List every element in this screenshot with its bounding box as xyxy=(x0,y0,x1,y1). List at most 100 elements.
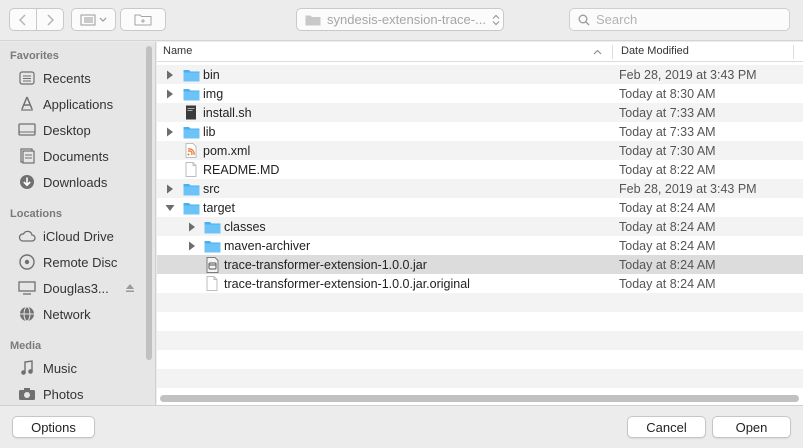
updown-arrows-icon xyxy=(489,14,503,26)
sidebar-item-label: iCloud Drive xyxy=(43,228,114,244)
disclosure-right-icon[interactable] xyxy=(164,69,176,81)
file-date: Today at 8:24 AM xyxy=(619,257,716,272)
file-row[interactable]: img Today at 8:30 AM xyxy=(157,84,803,103)
search-input[interactable] xyxy=(596,12,776,27)
recents-icon xyxy=(17,69,37,87)
eject-icon[interactable] xyxy=(125,281,135,296)
sidebar-item-downloads[interactable]: Downloads xyxy=(17,171,147,193)
applications-icon xyxy=(17,95,37,113)
sidebar-item-applications[interactable]: Applications xyxy=(17,93,147,115)
file-name: trace-transformer-extension-1.0.0.jar.or… xyxy=(224,276,470,291)
script-file-icon xyxy=(182,105,200,121)
file-row[interactable]: lib Today at 7:33 AM xyxy=(157,122,803,141)
file-row[interactable]: install.sh Today at 7:33 AM xyxy=(157,103,803,122)
sidebar-item-remote-disc[interactable]: Remote Disc xyxy=(17,251,147,273)
sidebar-item-label: Downloads xyxy=(43,174,108,190)
desktop-icon xyxy=(17,121,37,139)
file-date: Today at 7:33 AM xyxy=(619,105,716,120)
file-row-selected[interactable]: trace-transformer-extension-1.0.0.jar To… xyxy=(157,255,803,274)
file-name: src xyxy=(203,181,220,196)
sidebar-item-label: Network xyxy=(43,306,91,322)
sidebar-item-label: Desktop xyxy=(43,122,91,138)
file-row[interactable]: README.MD Today at 8:22 AM xyxy=(157,160,803,179)
sidebar-item-desktop[interactable]: Desktop xyxy=(17,119,147,141)
locations-heading: Locations xyxy=(10,208,62,220)
disclosure-right-icon[interactable] xyxy=(186,240,198,252)
icloud-icon xyxy=(17,227,37,245)
view-options-button[interactable] xyxy=(71,8,116,31)
column-name-header[interactable]: Name xyxy=(163,45,192,57)
folder-icon xyxy=(305,15,321,25)
file-name: img xyxy=(203,86,224,101)
folder-icon xyxy=(203,238,221,254)
sidebar-item-label: Documents xyxy=(43,148,109,164)
document-icon xyxy=(182,162,200,178)
file-browser: Name Date Modified bin Feb 28, 2019 at 3… xyxy=(157,42,803,405)
forward-button[interactable] xyxy=(36,8,64,31)
folder-icon xyxy=(182,181,200,197)
sidebar-item-label: Applications xyxy=(43,96,114,112)
empty-row xyxy=(157,312,803,331)
sidebar: Favorites Recents Applications Desktop D… xyxy=(0,42,156,405)
search-icon xyxy=(578,14,590,25)
file-row[interactable]: target Today at 8:24 AM xyxy=(157,198,803,217)
options-button[interactable]: Options xyxy=(12,416,95,438)
file-name: install.sh xyxy=(203,105,252,120)
chevron-right-icon xyxy=(47,13,54,26)
toolbar: syndesis-extension-trace-... xyxy=(0,0,803,41)
file-row[interactable]: src Feb 28, 2019 at 3:43 PM xyxy=(157,179,803,198)
path-popup[interactable]: syndesis-extension-trace-... xyxy=(296,8,504,31)
downloads-icon xyxy=(17,173,37,191)
media-heading: Media xyxy=(10,340,42,352)
disclosure-right-icon[interactable] xyxy=(186,221,198,233)
folder-icon xyxy=(182,124,200,140)
documents-icon xyxy=(17,147,37,165)
column-divider xyxy=(793,45,794,59)
disclosure-down-icon[interactable] xyxy=(164,202,176,214)
search-field[interactable] xyxy=(569,8,790,31)
file-date: Feb 28, 2019 at 3:43 PM xyxy=(619,181,757,196)
file-name: README.MD xyxy=(203,162,280,177)
disclosure-right-icon[interactable] xyxy=(164,88,176,100)
music-icon xyxy=(17,359,37,377)
disclosure-right-icon[interactable] xyxy=(164,126,176,138)
open-button[interactable]: Open xyxy=(712,416,791,438)
sidebar-item-network[interactable]: Network xyxy=(17,303,147,325)
horizontal-scrollbar[interactable] xyxy=(160,395,799,402)
file-row[interactable]: bin Feb 28, 2019 at 3:43 PM xyxy=(157,65,803,84)
column-header: Name Date Modified xyxy=(157,42,803,62)
sidebar-item-photos[interactable]: Photos xyxy=(17,383,147,405)
sidebar-item-documents[interactable]: Documents xyxy=(17,145,147,167)
sidebar-item-music[interactable]: Music xyxy=(17,357,147,379)
file-date: Today at 8:30 AM xyxy=(619,86,716,101)
sidebar-item-recents[interactable]: Recents xyxy=(17,67,147,89)
file-date: Feb 28, 2019 at 3:43 PM xyxy=(619,67,757,82)
network-icon xyxy=(17,305,37,323)
file-date: Today at 7:33 AM xyxy=(619,124,716,139)
folder-icon xyxy=(182,67,200,83)
cancel-button[interactable]: Cancel xyxy=(627,416,706,438)
sidebar-scrollbar[interactable] xyxy=(146,46,152,360)
file-row[interactable]: maven-archiver Today at 8:24 AM xyxy=(157,236,803,255)
bottom-bar: Options Cancel Open xyxy=(0,405,803,448)
file-list: bin Feb 28, 2019 at 3:43 PM img Today at… xyxy=(157,65,803,388)
file-row[interactable]: trace-transformer-extension-1.0.0.jar.or… xyxy=(157,274,803,293)
empty-row xyxy=(157,293,803,312)
file-name: maven-archiver xyxy=(224,238,311,253)
sidebar-item-computer[interactable]: Douglas3... xyxy=(17,277,147,299)
folder-icon xyxy=(182,200,200,216)
xml-file-icon xyxy=(182,143,200,159)
file-row[interactable]: classes Today at 8:24 AM xyxy=(157,217,803,236)
file-name: trace-transformer-extension-1.0.0.jar xyxy=(224,257,427,272)
column-date-header[interactable]: Date Modified xyxy=(621,45,689,57)
back-button[interactable] xyxy=(9,8,37,31)
computer-icon xyxy=(17,279,37,297)
new-folder-button[interactable] xyxy=(120,8,166,31)
file-name: bin xyxy=(203,67,220,82)
file-row[interactable]: pom.xml Today at 7:30 AM xyxy=(157,141,803,160)
sidebar-item-icloud-drive[interactable]: iCloud Drive xyxy=(17,225,147,247)
path-label: syndesis-extension-trace-... xyxy=(327,12,486,27)
file-date: Today at 7:30 AM xyxy=(619,143,716,158)
file-date: Today at 8:22 AM xyxy=(619,162,716,177)
disclosure-right-icon[interactable] xyxy=(164,183,176,195)
